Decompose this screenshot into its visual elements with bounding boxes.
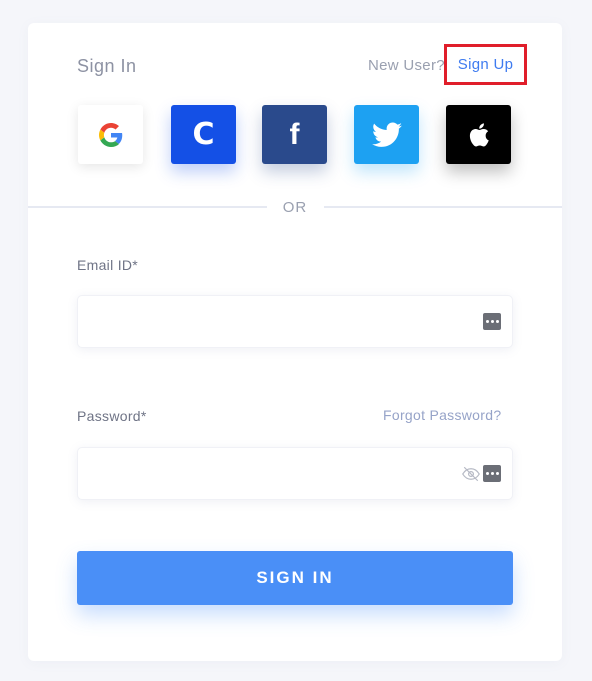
or-divider-text: OR: [282, 199, 308, 216]
divider-line-right: [324, 206, 562, 208]
signup-link[interactable]: Sign Up: [444, 44, 527, 85]
twitter-icon: [371, 122, 402, 147]
password-field[interactable]: [78, 448, 438, 499]
email-field-container: [77, 295, 513, 348]
apple-signin-button[interactable]: [446, 105, 511, 164]
c-signin-button[interactable]: C: [171, 105, 236, 164]
page-title: Sign In: [77, 56, 137, 76]
facebook-signin-button[interactable]: f: [262, 105, 327, 164]
signin-button[interactable]: SIGN IN: [77, 551, 513, 605]
email-field[interactable]: [78, 296, 438, 347]
eye-slash-icon[interactable]: [462, 466, 480, 482]
twitter-signin-button[interactable]: [354, 105, 419, 164]
password-manager-icon[interactable]: [483, 465, 501, 482]
password-label: Password*: [77, 408, 147, 424]
forgot-password-link[interactable]: Forgot Password?: [383, 407, 501, 423]
signin-card: Sign In New User? Sign Up C f OR Email I…: [28, 23, 562, 661]
google-signin-button[interactable]: [78, 105, 143, 164]
divider-line-left: [28, 206, 267, 208]
email-label: Email ID*: [77, 257, 139, 273]
password-manager-icon[interactable]: [483, 313, 501, 330]
apple-icon: [469, 122, 489, 146]
password-field-container: [77, 447, 513, 500]
google-icon: [98, 122, 122, 147]
facebook-icon: f: [289, 117, 300, 151]
new-user-text: New User?: [368, 57, 445, 74]
c-icon: C: [192, 117, 215, 152]
